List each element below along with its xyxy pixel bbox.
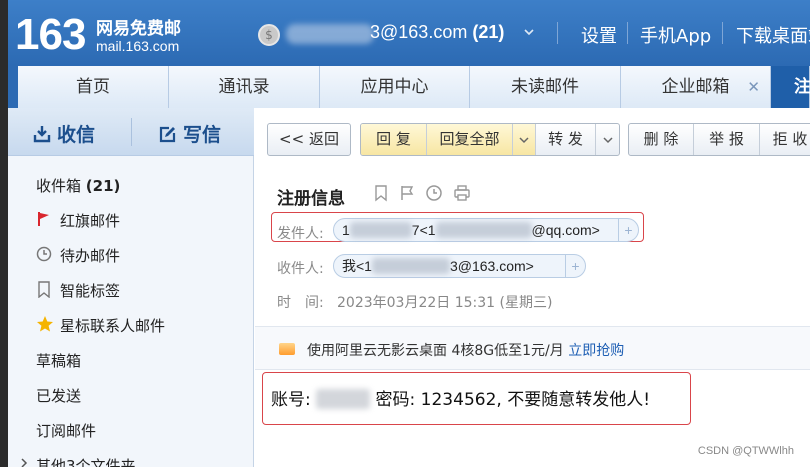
sidebar-item-smart-labels[interactable]: 智能标签 [60,280,120,301]
download-desktop-link[interactable]: 下载桌面端 [736,22,810,48]
divider [557,22,558,44]
account-name-blurred [286,24,374,44]
mail-body: 账号: 密码: 1234562, 不要随意转发他人! [271,385,650,410]
sidebar-item-flagged[interactable]: 红旗邮件 [60,210,120,231]
logo-number[interactable]: 163 [15,10,86,60]
time-label: 时 间: [277,295,324,311]
reply-options-dropdown[interactable] [513,124,536,155]
tab-label: 企业邮箱 [661,77,730,97]
body-password-text: 密码: 1234562, 不要随意转发他人! [375,390,651,410]
tab-home[interactable]: 首页 [18,66,169,108]
sender-domain: @qq.com> [531,222,600,238]
recipient-start: 我<1 [342,258,372,274]
recipient-chip[interactable]: 我<1 3@163.com> + [333,254,586,278]
mail-subject: 注册信息 [277,189,345,209]
account-email: 3@163.com [370,22,468,42]
print-icon[interactable] [453,184,471,202]
sidebar-item-starred-contacts[interactable]: 星标联系人邮件 [60,315,165,336]
account-address[interactable]: 3@163.com (21) [370,22,504,43]
tab-current-mail[interactable]: 注 [771,66,810,108]
add-contact-icon[interactable]: + [565,255,585,277]
sidebar-item-drafts[interactable]: 草稿箱 [36,350,81,371]
to-label: 收件人: [277,261,324,277]
subject-actions [373,184,476,206]
receive-button[interactable]: 收信 [33,120,95,147]
body-account-label: 账号: [271,390,311,410]
bookmark-icon[interactable] [373,184,389,202]
reply-button[interactable]: 回 复 [361,124,427,155]
sidebar-item-todo[interactable]: 待办邮件 [60,245,120,266]
red-flag-icon [38,212,49,226]
clock-icon [36,246,52,262]
account-unread-count: (21) [472,22,505,42]
tab-bar: 首页 通讯录 应用中心 未读邮件 企业邮箱 ✕ 注 [0,66,810,108]
ad-banner: 使用阿里云无影云桌面 4核8G低至1元/月 立即抢购 [255,326,810,370]
add-contact-icon[interactable]: + [618,219,638,241]
divider [722,22,723,44]
watermark: CSDN @QTWWlhh [697,445,794,457]
sidebar: 收信 写信 收件箱 (21) 红旗邮件 待办邮件 智能标签 星标联系人邮件 草稿… [0,108,254,467]
folder-label: 收件箱 [36,177,82,195]
sender-chip[interactable]: 1 7<1 @qq.com> + [333,218,639,242]
close-icon[interactable]: ✕ [747,66,760,108]
divider [627,22,628,44]
flag-icon[interactable] [399,184,415,202]
tab-unread[interactable]: 未读邮件 [470,66,621,108]
blurred-text [349,222,412,238]
mobile-app-link[interactable]: 手机App [640,22,711,48]
bookmark-icon [38,281,50,298]
mail-reader: << 返回 回 复 回复全部 转 发 删 除 举 报 拒 收 注册信息 发件人:… [255,108,810,467]
sender-name-start: 1 [342,222,350,238]
divider [131,118,132,146]
tab-contacts[interactable]: 通讯录 [169,66,320,108]
reply-all-button[interactable]: 回复全部 [427,124,513,155]
inbox-count: (21) [85,177,121,195]
reply-button-group: 回 复 回复全部 转 发 [360,123,620,156]
receive-label: 收信 [57,124,96,146]
tab-app-center[interactable]: 应用中心 [320,66,470,108]
edit-icon [159,126,176,143]
sidebar-item-inbox[interactable]: 收件箱 (21) [36,175,120,196]
sidebar-item-sent[interactable]: 已发送 [36,385,81,406]
ad-buy-link[interactable]: 立即抢购 [568,343,624,359]
logo-name: 网易免费邮 [96,19,181,39]
blurred-text [371,258,450,274]
account-avatar-icon[interactable]: $ [258,24,280,46]
chevron-down-icon [603,137,613,144]
report-button[interactable]: 举 报 [694,124,760,155]
forward-options-dropdown[interactable] [596,124,619,155]
sent-time: 2023年03月22日 15:31 (星期三) [337,295,553,311]
manage-button-group: 删 除 举 报 拒 收 [628,123,810,156]
sidebar-actions: 收信 写信 [0,108,254,156]
back-button[interactable]: << 返回 [267,123,351,156]
blurred-text [316,389,371,409]
reject-button[interactable]: 拒 收 [760,124,810,155]
compose-button[interactable]: 写信 [159,120,221,147]
from-label: 发件人: [277,226,324,242]
ad-text: 使用阿里云无影云桌面 4核8G低至1元/月 立即抢购 [307,340,624,360]
chevron-down-icon[interactable] [523,26,535,42]
blurred-text [435,222,532,238]
tab-enterprise-mail[interactable]: 企业邮箱 ✕ [621,66,771,108]
chevron-right-icon[interactable] [20,458,28,467]
top-banner: 163 网易免费邮 mail.163.com $ 3@163.com (21) … [0,0,810,66]
logo-url: mail.163.com [96,38,180,54]
recipient-domain: 3@163.com> [449,258,534,274]
ad-message: 使用阿里云无影云桌面 4核8G低至1元/月 [307,343,564,359]
compose-label: 写信 [183,124,222,146]
sidebar-item-other-folders[interactable]: 其他3个文件夹 [36,455,136,467]
sidebar-item-subscriptions[interactable]: 订阅邮件 [36,420,96,441]
forward-button[interactable]: 转 发 [536,124,596,155]
window-edge [0,0,8,467]
clock-icon[interactable] [425,184,443,202]
settings-link[interactable]: 设置 [581,22,617,48]
cloud-desktop-icon [279,343,295,355]
chevron-down-icon [519,137,529,144]
delete-button[interactable]: 删 除 [629,124,694,155]
sender-mid: 7<1 [411,222,436,238]
download-icon [33,126,51,143]
mail-toolbar: << 返回 回 复 回复全部 转 发 删 除 举 报 拒 收 [255,108,810,170]
star-icon [37,316,53,332]
